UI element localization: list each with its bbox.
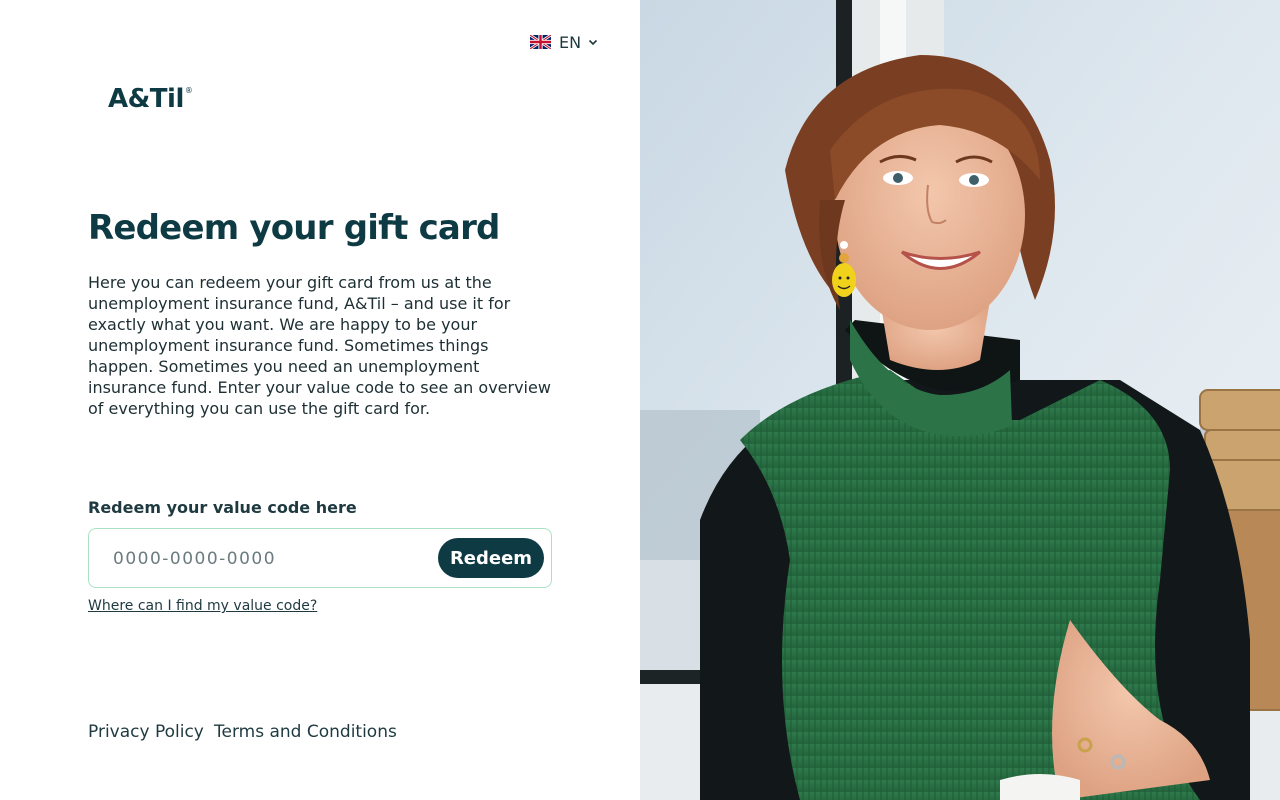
intro-text: Here you can redeem your gift card from … [88,273,551,418]
language-switcher[interactable]: EN [530,30,599,54]
logo-text: A&Til [108,84,184,114]
redeem-button[interactable]: Redeem [438,538,544,578]
page-title: Redeem your gift card [88,208,500,248]
terms-link[interactable]: Terms and Conditions [214,722,397,742]
privacy-policy-link[interactable]: Privacy Policy [88,722,204,742]
value-code-label: Redeem your value code here [88,498,357,517]
uk-flag-icon [530,35,551,49]
find-value-code-link[interactable]: Where can I find my value code? [88,598,317,614]
hero-photo [640,0,1280,800]
brand-logo[interactable]: A&Til® [108,84,193,114]
value-code-input[interactable] [113,547,413,571]
hero-photo-illustration [640,0,1280,800]
value-code-form: Redeem [88,528,552,588]
registered-mark: ® [184,86,193,95]
left-panel: EN A&Til® Redeem your gift card Here you… [0,0,640,800]
language-code: EN [559,32,582,52]
chevron-down-icon [589,39,598,46]
